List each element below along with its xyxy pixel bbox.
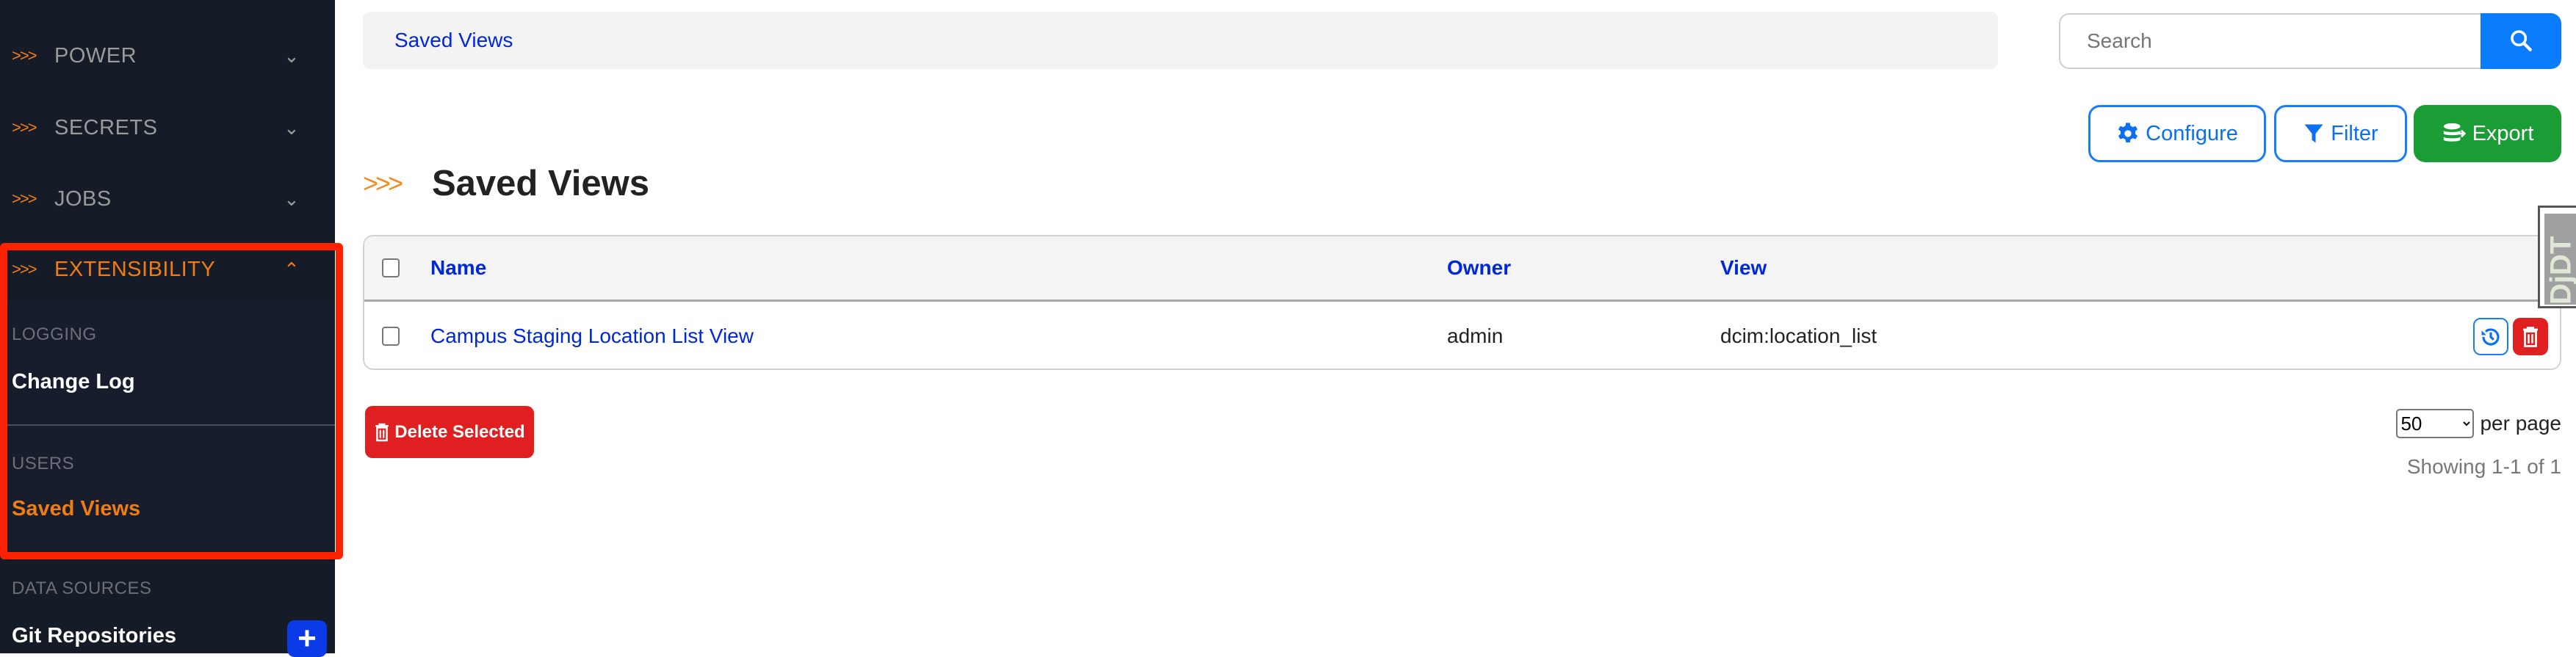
chevron-down-icon: ⌄	[284, 116, 300, 139]
search-input[interactable]	[2059, 13, 2481, 69]
view-cell: dcim:location_list	[1720, 324, 1877, 347]
chevron-up-icon: ⌃	[284, 258, 300, 280]
sidebar-link-saved-views[interactable]: Saved Views	[12, 497, 140, 521]
filter-label: Filter	[2331, 121, 2378, 145]
search-button[interactable]	[2481, 13, 2561, 69]
trash-icon	[2523, 326, 2538, 347]
per-page-select[interactable]: 50	[2396, 409, 2475, 438]
history-icon	[2481, 327, 2500, 346]
chevrons-icon: >>>	[12, 189, 37, 208]
section-label: EXTENSIBILITY	[54, 257, 216, 281]
row-checkbox[interactable]	[382, 326, 400, 346]
export-button[interactable]: Export	[2414, 105, 2561, 162]
sidebar-link-git-repositories[interactable]: Git Repositories	[12, 624, 176, 648]
group-label-logging: LOGGING	[12, 324, 97, 344]
select-all-checkbox[interactable]	[382, 258, 400, 277]
per-page-label: per page	[2480, 412, 2561, 435]
database-export-icon	[2443, 123, 2466, 142]
owner-cell: admin	[1447, 324, 1504, 347]
gear-icon	[2118, 123, 2138, 142]
sidebar-section-secrets[interactable]: >>> SECRETS ⌄	[0, 98, 335, 157]
sidebar: >>> POWER ⌄ >>> SECRETS ⌄ >>> JOBS ⌄ >>>…	[0, 0, 335, 657]
per-page-control: 50 per page	[2396, 409, 2561, 438]
delete-selected-label: Delete Selected	[394, 421, 525, 442]
column-header-view[interactable]: View	[1720, 256, 1767, 280]
pagination-summary: Showing 1-1 of 1	[2406, 455, 2561, 478]
add-git-repository-button[interactable]: +	[287, 620, 327, 657]
sidebar-section-power[interactable]: >>> POWER ⌄	[0, 26, 335, 85]
debug-toolbar-handle[interactable]: DjDT	[2538, 206, 2576, 308]
breadcrumb-saved-views[interactable]: Saved Views	[394, 29, 513, 52]
divider	[7, 424, 335, 426]
trash-icon	[375, 423, 389, 441]
saved-views-table: Name Owner View Campus Staging Location …	[363, 235, 2561, 370]
breadcrumb: Saved Views	[363, 12, 1998, 69]
section-label: POWER	[54, 43, 137, 68]
delete-selected-button[interactable]: Delete Selected	[365, 406, 534, 458]
export-label: Export	[2472, 121, 2534, 145]
chevron-down-icon: ⌄	[284, 44, 300, 67]
filter-icon	[2304, 124, 2323, 143]
chevrons-icon: >>>	[12, 118, 37, 137]
chevron-down-icon: ⌄	[284, 187, 300, 210]
section-label: JOBS	[54, 186, 112, 211]
plus-icon: +	[297, 620, 317, 656]
page-title: >>> Saved Views	[363, 163, 649, 204]
changelog-button[interactable]	[2473, 318, 2508, 355]
search-icon	[2511, 29, 2532, 51]
delete-button[interactable]	[2513, 318, 2548, 355]
sidebar-section-extensibility[interactable]: >>> EXTENSIBILITY ⌃	[0, 240, 335, 299]
filter-button[interactable]: Filter	[2274, 105, 2407, 162]
column-header-name[interactable]: Name	[430, 256, 486, 280]
debug-toolbar-label: DjDT	[2544, 214, 2576, 305]
group-label-users: USERS	[12, 454, 75, 473]
table-row: Campus Staging Location List View admin …	[364, 302, 2560, 369]
page-title-text: Saved Views	[432, 164, 650, 203]
group-label-data-sources: DATA SOURCES	[12, 578, 152, 598]
sidebar-link-change-log[interactable]: Change Log	[12, 370, 135, 394]
chevrons-icon: >>>	[363, 168, 403, 198]
sidebar-section-jobs[interactable]: >>> JOBS ⌄	[0, 170, 335, 228]
search-form	[2059, 13, 2561, 69]
saved-view-name-link[interactable]: Campus Staging Location List View	[430, 324, 754, 348]
configure-label: Configure	[2146, 121, 2238, 145]
configure-button[interactable]: Configure	[2088, 105, 2266, 162]
chevrons-icon: >>>	[12, 46, 37, 65]
column-header-owner[interactable]: Owner	[1447, 256, 1511, 280]
chevrons-icon: >>>	[12, 260, 37, 278]
table-header: Name Owner View	[364, 236, 2560, 302]
extensibility-submenu: LOGGING Change Log USERS Saved Views	[0, 302, 335, 556]
section-label: SECRETS	[54, 115, 158, 139]
